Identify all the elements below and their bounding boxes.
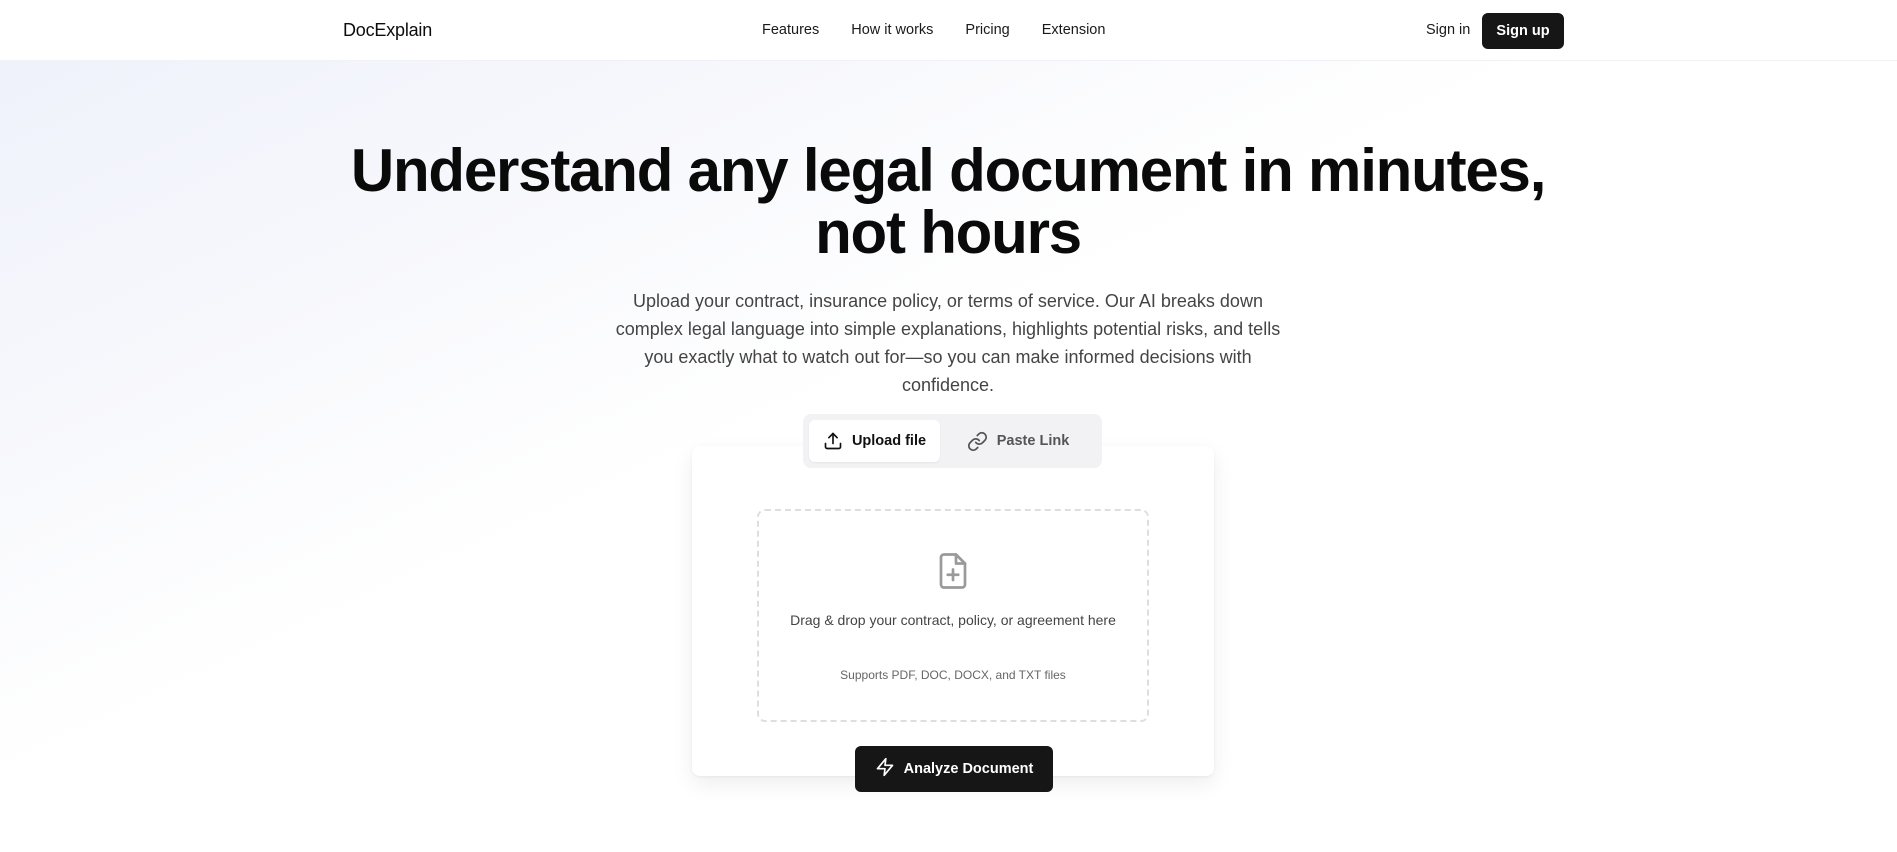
tab-upload-file-label: Upload file [851, 433, 927, 449]
nav-link-extension[interactable]: Extension [1042, 22, 1106, 38]
main-nav: Features How it works Pricing Extension [762, 22, 1105, 38]
logo[interactable]: DocExplain [343, 20, 432, 41]
upload-card: Drag & drop your contract, policy, or ag… [692, 446, 1214, 776]
nav-link-pricing[interactable]: Pricing [965, 22, 1009, 38]
hero-subtitle: Upload your contract, insurance policy, … [615, 291, 1281, 395]
analyze-document-label: Analyze Document [903, 761, 1034, 777]
hero-title-line-2: not hours [815, 199, 1082, 266]
dropzone-instructions: Drag & drop your contract, policy, or ag… [790, 612, 1116, 628]
hero-title-line-1: Understand any legal document in minutes… [350, 137, 1547, 204]
file-dropzone[interactable]: Drag & drop your contract, policy, or ag… [757, 509, 1149, 722]
nav-link-features[interactable]: Features [762, 22, 819, 38]
tab-paste-link[interactable]: Paste Link [940, 420, 1096, 462]
tab-upload-file[interactable]: Upload file [809, 420, 940, 462]
lightning-icon [875, 757, 895, 781]
dropzone-supported-formats: Supports PDF, DOC, DOCX, and TXT files [840, 668, 1066, 682]
tab-paste-link-label: Paste Link [996, 433, 1070, 449]
nav-link-how-it-works[interactable]: How it works [851, 22, 933, 38]
sign-up-button[interactable]: Sign up [1482, 13, 1564, 49]
hero-title: Understand any legal document in minutes… [348, 140, 1548, 264]
upload-icon [823, 431, 843, 451]
landing-page: DocExplain Features How it works Pricing… [0, 0, 1897, 852]
input-mode-tabs: Upload file Paste Link [803, 414, 1102, 468]
top-navbar: DocExplain Features How it works Pricing… [0, 0, 1897, 61]
analyze-document-button[interactable]: Analyze Document [855, 746, 1053, 792]
file-plus-icon [935, 551, 971, 596]
sign-in-link[interactable]: Sign in [1426, 22, 1470, 38]
link-icon [967, 431, 988, 452]
